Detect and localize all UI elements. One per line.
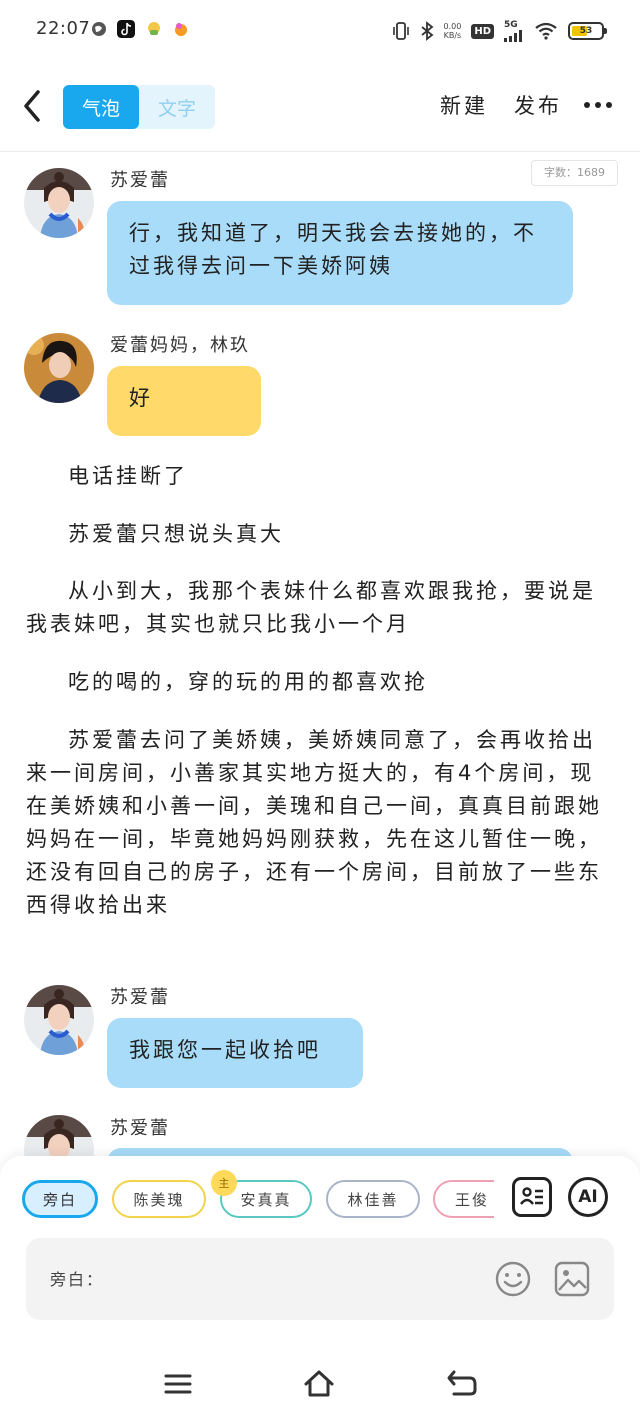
- narration-paragraph[interactable]: 吃的喝的，穿的玩的用的都喜欢抢: [26, 666, 606, 699]
- chip-character[interactable]: 林佳善: [326, 1180, 420, 1218]
- main-character-badge: 主: [211, 1170, 237, 1196]
- message-bubble[interactable]: 我跟您一起收拾吧: [107, 1018, 363, 1088]
- new-button[interactable]: 新建: [440, 90, 488, 120]
- speaker-name: 苏爱蕾: [110, 1118, 170, 1139]
- narration-paragraph[interactable]: 从小到大，我那个表妹什么都喜欢跟我抢，要说是我表妹吧，其实也就只比我小一个月: [26, 575, 606, 641]
- wifi-icon: [535, 22, 557, 40]
- back-arrow-icon[interactable]: [18, 86, 50, 126]
- word-count: 字数：1689: [531, 160, 618, 186]
- tiktok-icon: [117, 20, 135, 38]
- mode-switch: 气泡 文字: [63, 85, 215, 129]
- speaker-name: 爱蕾妈妈，林玖: [110, 335, 250, 356]
- back-icon[interactable]: [446, 1368, 478, 1400]
- input-speaker-label: 旁白：: [50, 1270, 105, 1289]
- signal-group: 5G: [504, 20, 524, 42]
- status-right: 0.00 KB/s HD 5G 53: [392, 18, 607, 44]
- chip-character[interactable]: 陈美瑰: [112, 1180, 206, 1218]
- message-bubble[interactable]: 好: [107, 366, 261, 436]
- net-speed: 0.00 KB/s: [443, 22, 462, 40]
- home-icon[interactable]: [303, 1368, 335, 1400]
- narration-paragraph[interactable]: 苏爱蕾只想说头真大: [26, 518, 606, 551]
- app-icon-green: [148, 22, 160, 35]
- ai-button[interactable]: AI: [568, 1177, 608, 1217]
- vibrate-icon: [392, 22, 409, 40]
- status-bar: 22:07 0.00 KB/s HD 5G 53: [0, 0, 640, 62]
- app-icon-orange: [175, 23, 187, 36]
- more-options-icon[interactable]: [584, 98, 612, 112]
- system-nav-bar: [0, 1346, 640, 1422]
- tab-bubble[interactable]: 气泡: [63, 85, 139, 129]
- message-input[interactable]: 旁白：: [26, 1238, 614, 1320]
- character-card-icon[interactable]: [512, 1177, 552, 1217]
- chip-narrator[interactable]: 旁白: [22, 1180, 98, 1218]
- menu-icon[interactable]: [162, 1368, 194, 1400]
- emoji-icon[interactable]: [494, 1260, 532, 1298]
- bluetooth-icon: [420, 21, 433, 41]
- character-chips: 旁白 陈美瑰 安真真 林佳善 王俊: [0, 1180, 494, 1220]
- avatar-su-ailei[interactable]: [24, 168, 94, 238]
- image-icon[interactable]: [553, 1260, 591, 1298]
- avatar-su-ailei[interactable]: [24, 985, 94, 1055]
- signal-icon: [504, 30, 522, 42]
- avatar-lin-jiu[interactable]: [24, 333, 94, 403]
- publish-button[interactable]: 发布: [514, 90, 562, 120]
- status-time: 22:07: [36, 18, 91, 39]
- speaker-name: 苏爱蕾: [110, 987, 170, 1008]
- chip-character[interactable]: 王俊: [433, 1180, 494, 1218]
- hd-badge: HD: [471, 23, 494, 39]
- battery-indicator: 53: [568, 22, 607, 40]
- message-bubble[interactable]: 行，我知道了，明天我会去接她的，不过我得去问一下美娇阿姨: [107, 201, 573, 305]
- editor-header: 气泡 文字 新建 发布: [0, 62, 640, 152]
- tab-text[interactable]: 文字: [139, 85, 215, 129]
- network-type: 5G: [504, 20, 518, 30]
- narration-paragraph[interactable]: 苏爱蕾去问了美娇姨，美娇姨同意了，会再收拾出来一间房间，小善家其实地方挺大的，有…: [26, 724, 606, 922]
- globe-icon: [92, 22, 106, 36]
- speaker-name: 苏爱蕾: [110, 170, 170, 191]
- narration-paragraph[interactable]: 电话挂断了: [26, 460, 606, 493]
